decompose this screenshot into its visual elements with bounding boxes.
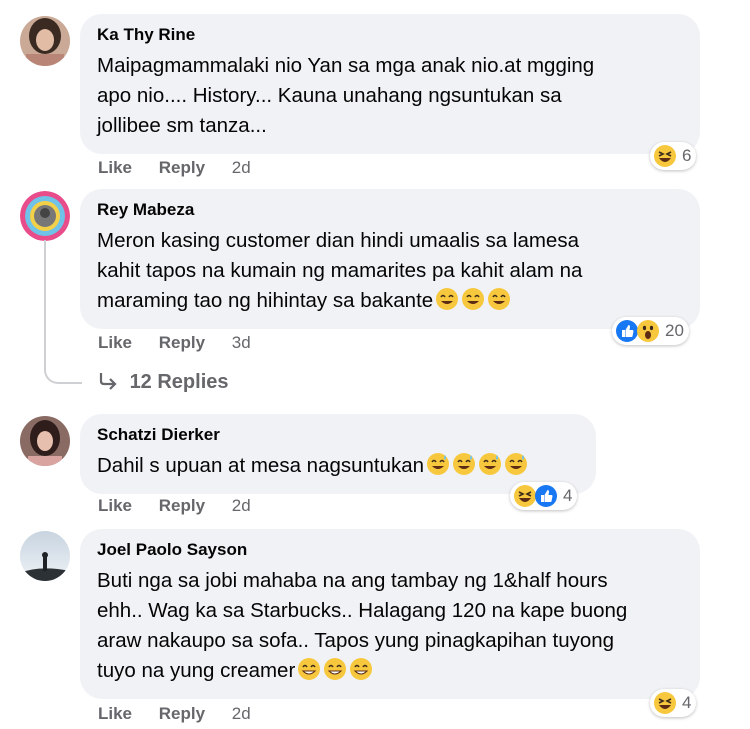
- like-button[interactable]: Like: [98, 158, 132, 177]
- like-button[interactable]: Like: [98, 704, 132, 723]
- reaction-count: 4: [682, 693, 692, 712]
- reaction-summary[interactable]: 4: [650, 689, 697, 717]
- comment-bubble: Joel Paolo Sayson Buti nga sa jobi mahab…: [80, 529, 700, 699]
- view-replies-button[interactable]: 12 Replies: [98, 371, 229, 394]
- thread-line: [44, 240, 82, 384]
- reply-button[interactable]: Reply: [159, 158, 205, 177]
- reaction-summary[interactable]: 20: [612, 317, 689, 345]
- timestamp[interactable]: 2d: [232, 158, 251, 177]
- reply-button[interactable]: Reply: [159, 333, 205, 352]
- comment-bubble: Rey Mabeza Meron kasing customer dian hi…: [80, 189, 700, 329]
- comment-author[interactable]: Joel Paolo Sayson: [97, 539, 684, 561]
- comment-text: Dahil s upuan at mesa nagsuntukan: [97, 454, 425, 477]
- timestamp[interactable]: 3d: [232, 333, 251, 352]
- emoji-sweat-smile-icon: [424, 453, 528, 477]
- reaction-count: 6: [682, 146, 692, 165]
- reply-arrow-icon: [98, 371, 118, 393]
- avatar[interactable]: [20, 191, 70, 241]
- haha-icon: [653, 144, 677, 168]
- reaction-count: 20: [665, 321, 684, 340]
- comment-actions: Like Reply 2d: [98, 704, 273, 724]
- comment-bubble: Ka Thy Rine Maipagmammalaki nio Yan sa m…: [80, 14, 700, 154]
- reaction-summary[interactable]: 6: [650, 142, 697, 170]
- comment-actions: Like Reply 2d: [98, 496, 273, 516]
- replies-count-label[interactable]: 12 Replies: [130, 371, 229, 393]
- like-icon: [534, 484, 558, 508]
- timestamp[interactable]: 2d: [232, 496, 251, 515]
- avatar[interactable]: [20, 16, 70, 66]
- reaction-summary[interactable]: 4: [510, 482, 578, 510]
- emoji-grin-sweat-icon: [295, 658, 373, 682]
- reaction-count: 4: [563, 486, 573, 505]
- emoji-sweat-smile-icon: [433, 288, 511, 312]
- avatar[interactable]: [20, 416, 70, 466]
- comment-author[interactable]: Ka Thy Rine: [97, 24, 684, 46]
- reply-button[interactable]: Reply: [159, 704, 205, 723]
- comment-author[interactable]: Schatzi Dierker: [97, 424, 580, 446]
- like-button[interactable]: Like: [98, 496, 132, 515]
- wow-icon: [636, 319, 660, 343]
- avatar[interactable]: [20, 531, 70, 581]
- comment-actions: Like Reply 3d: [98, 333, 273, 353]
- comment-author[interactable]: Rey Mabeza: [97, 199, 684, 221]
- timestamp[interactable]: 2d: [232, 704, 251, 723]
- haha-icon: [653, 691, 677, 715]
- comment-text: Maipagmammalaki nio Yan sa mga anak nio.…: [97, 54, 595, 137]
- reply-button[interactable]: Reply: [159, 496, 205, 515]
- like-button[interactable]: Like: [98, 333, 132, 352]
- comment-actions: Like Reply 2d: [98, 158, 273, 178]
